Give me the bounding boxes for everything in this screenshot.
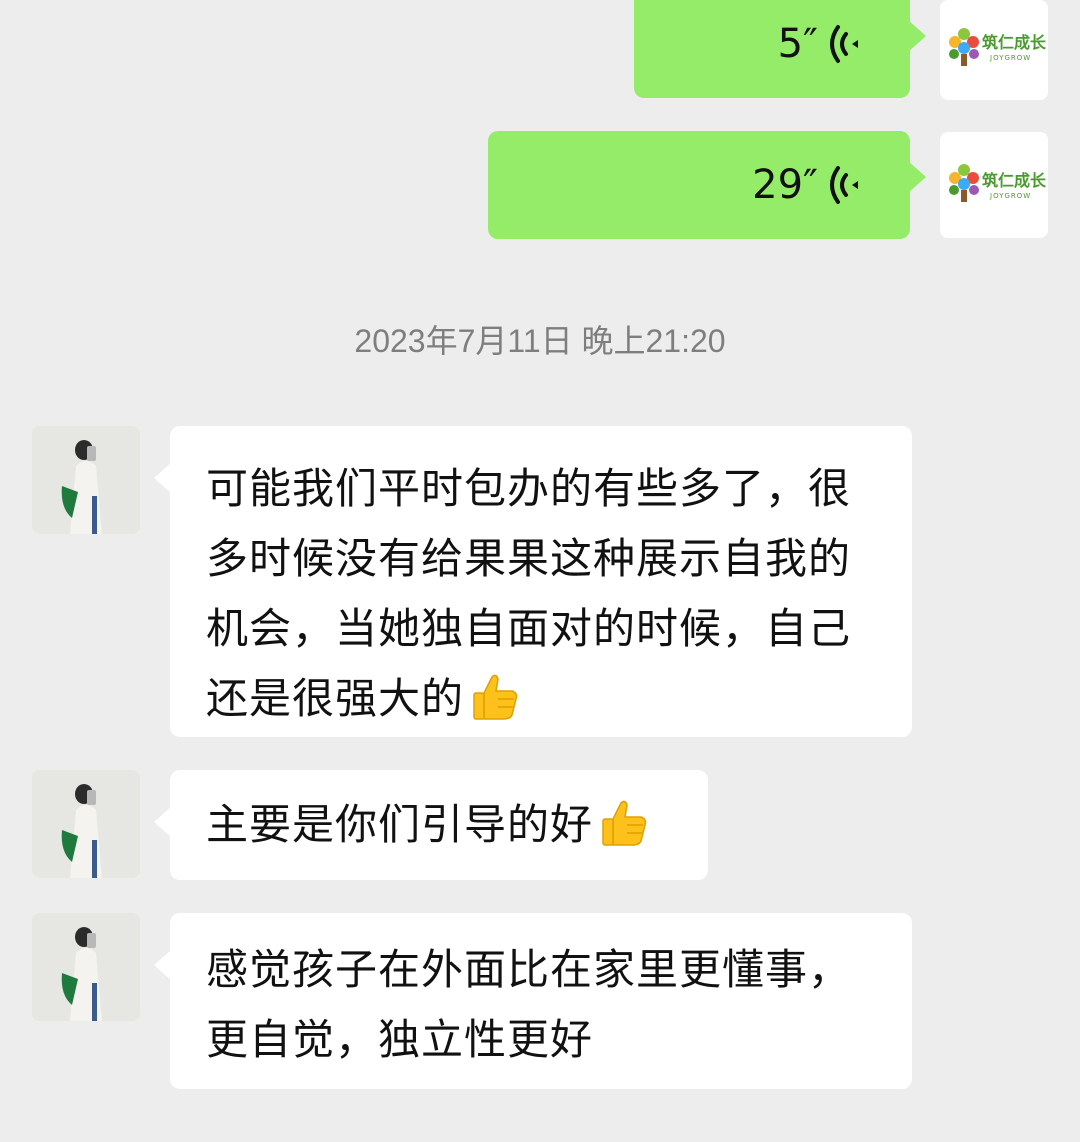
brand-subtitle: JOYGROW bbox=[990, 54, 1032, 62]
message-line: 更自觉，独立性更好 bbox=[206, 1015, 594, 1064]
bubble-tail bbox=[154, 806, 172, 838]
message-text: 主要是你们引导的好 bbox=[206, 800, 594, 849]
tree-logo-icon bbox=[949, 28, 979, 66]
bubble-tail bbox=[154, 462, 172, 494]
tree-logo-icon bbox=[949, 164, 979, 202]
user-avatar[interactable] bbox=[32, 913, 140, 1021]
person-photo-icon bbox=[32, 913, 140, 1021]
voice-wave-icon bbox=[830, 166, 858, 204]
message-line: 可能我们平时包办的有些多了，很 bbox=[206, 464, 852, 513]
brand-name: 筑仁成长 bbox=[982, 171, 1047, 190]
text-message-bubble[interactable]: 可能我们平时包办的有些多了，很 多时候没有给果果这种展示自我的 机会，当她独自面… bbox=[154, 426, 912, 737]
message-line: 多时候没有给果果这种展示自我的 bbox=[206, 534, 852, 583]
thumbs-up-icon bbox=[602, 800, 647, 846]
thumbs-up-icon bbox=[473, 674, 518, 720]
voice-duration: 5″ bbox=[777, 21, 818, 67]
bubble-tail bbox=[908, 20, 926, 52]
voice-message-bubble[interactable]: 5″ bbox=[634, 0, 926, 98]
text-message-bubble[interactable]: 感觉孩子在外面比在家里更懂事， 更自觉，独立性更好 bbox=[154, 913, 912, 1089]
brand-name: 筑仁成长 bbox=[982, 33, 1047, 52]
user-avatar[interactable] bbox=[32, 770, 140, 878]
voice-message-bubble[interactable]: 29″ bbox=[488, 131, 926, 239]
message-text: 还是很强大的 bbox=[206, 674, 465, 723]
text-message-bubble[interactable]: 主要是你们引导的好 bbox=[154, 770, 708, 880]
message-line: 还是很强大的 bbox=[206, 664, 876, 734]
person-photo-icon bbox=[32, 770, 140, 878]
brand-subtitle: JOYGROW bbox=[990, 192, 1032, 200]
message-line: 机会，当她独自面对的时候，自己 bbox=[206, 604, 852, 653]
message-line: 感觉孩子在外面比在家里更懂事， bbox=[206, 945, 852, 994]
person-photo-icon bbox=[32, 426, 140, 534]
user-avatar[interactable] bbox=[32, 426, 140, 534]
message-timestamp: 2023年7月11日 晚上21:20 bbox=[354, 323, 726, 359]
bubble-tail bbox=[154, 949, 172, 981]
bubble-tail bbox=[908, 161, 926, 193]
message-line: 主要是你们引导的好 bbox=[206, 790, 672, 860]
voice-duration: 29″ bbox=[752, 162, 818, 208]
voice-wave-icon bbox=[830, 25, 858, 63]
brand-avatar[interactable]: 筑仁成长 JOYGROW bbox=[940, 0, 1048, 100]
brand-avatar[interactable]: 筑仁成长 JOYGROW bbox=[940, 132, 1048, 238]
